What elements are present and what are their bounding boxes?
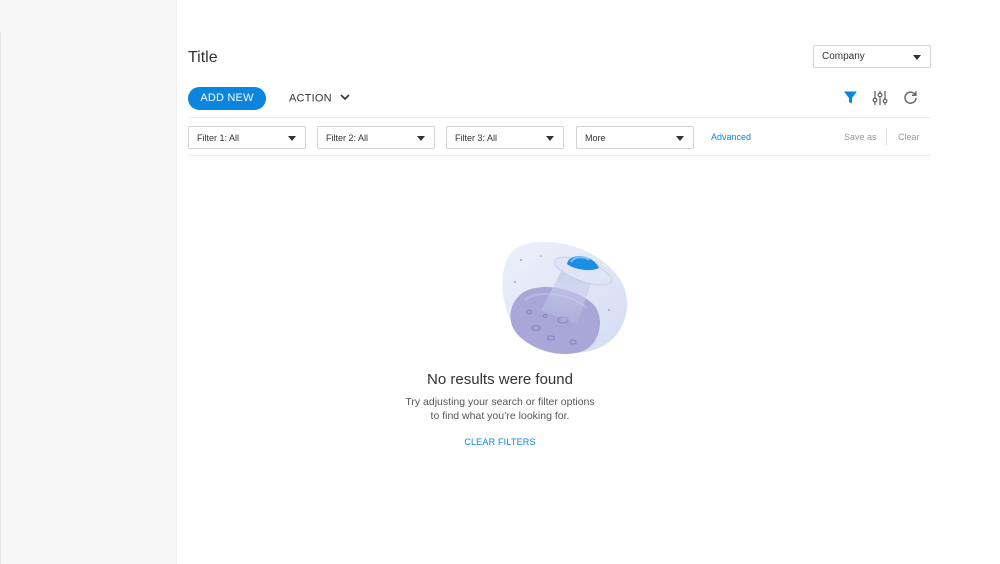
sidebar xyxy=(0,0,177,564)
empty-state-hint-line1: Try adjusting your search or filter opti… xyxy=(405,396,595,408)
action-menu-label: ACTION xyxy=(289,92,332,105)
advanced-filters-link[interactable]: Advanced xyxy=(711,132,751,142)
filter-bar: Filter 1: All Filter 2: All Filter 3: Al… xyxy=(188,117,931,156)
company-select[interactable]: Company xyxy=(813,45,931,68)
caret-down-icon xyxy=(676,136,684,141)
clear-button[interactable]: Clear xyxy=(898,132,920,142)
save-as-button[interactable]: Save as xyxy=(844,132,877,142)
more-filters-label: More xyxy=(585,133,606,143)
action-menu-button[interactable]: ACTION xyxy=(289,87,350,110)
clear-filters-button[interactable]: CLEAR FILTERS xyxy=(0,437,1000,447)
company-select-value: Company xyxy=(822,51,865,62)
filter-3-label: Filter 3: All xyxy=(455,133,498,143)
refresh-icon[interactable] xyxy=(903,90,919,106)
empty-state-hint-line2: to find what you’re looking for. xyxy=(430,410,570,422)
filter-1-label: Filter 1: All xyxy=(197,133,240,143)
sidebar-divider xyxy=(0,32,1,564)
filter-1-select[interactable]: Filter 1: All xyxy=(188,126,306,149)
more-filters-select[interactable]: More xyxy=(576,126,694,149)
page-title: Title xyxy=(188,49,218,66)
caret-down-icon xyxy=(546,136,554,141)
filter-2-select[interactable]: Filter 2: All xyxy=(317,126,435,149)
caret-down-icon xyxy=(913,55,921,60)
ufo-illustration xyxy=(501,238,631,358)
filter-3-select[interactable]: Filter 3: All xyxy=(446,126,564,149)
chevron-down-icon xyxy=(340,87,350,110)
add-new-button[interactable]: ADD NEW xyxy=(188,87,266,110)
filter-icon[interactable] xyxy=(843,90,859,106)
divider xyxy=(886,129,887,145)
filter-2-label: Filter 2: All xyxy=(326,133,369,143)
caret-down-icon xyxy=(417,136,425,141)
empty-state-title: No results were found xyxy=(427,371,573,388)
settings-sliders-icon[interactable] xyxy=(872,90,888,106)
caret-down-icon xyxy=(288,136,296,141)
